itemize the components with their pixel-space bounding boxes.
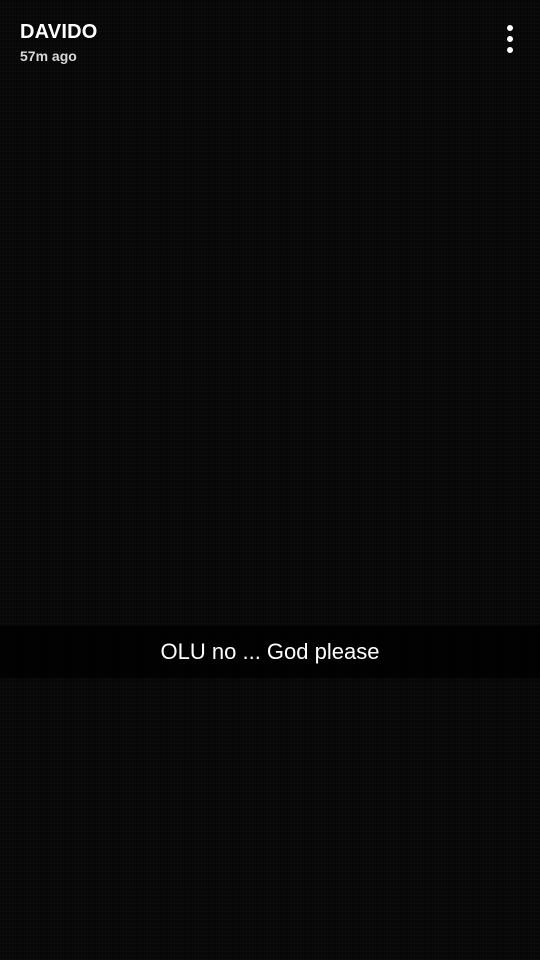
more-options-button[interactable] (498, 22, 522, 56)
story-username[interactable]: DAVIDO (20, 20, 98, 44)
caption-bar: OLU no ... God please (0, 626, 540, 678)
more-vertical-icon (507, 25, 513, 53)
story-timestamp: 57m ago (20, 48, 77, 64)
story-header: DAVIDO 57m ago (20, 20, 98, 65)
caption-text: OLU no ... God please (160, 639, 380, 664)
story-viewer[interactable]: DAVIDO 57m ago OLU no ... God please (0, 0, 540, 960)
